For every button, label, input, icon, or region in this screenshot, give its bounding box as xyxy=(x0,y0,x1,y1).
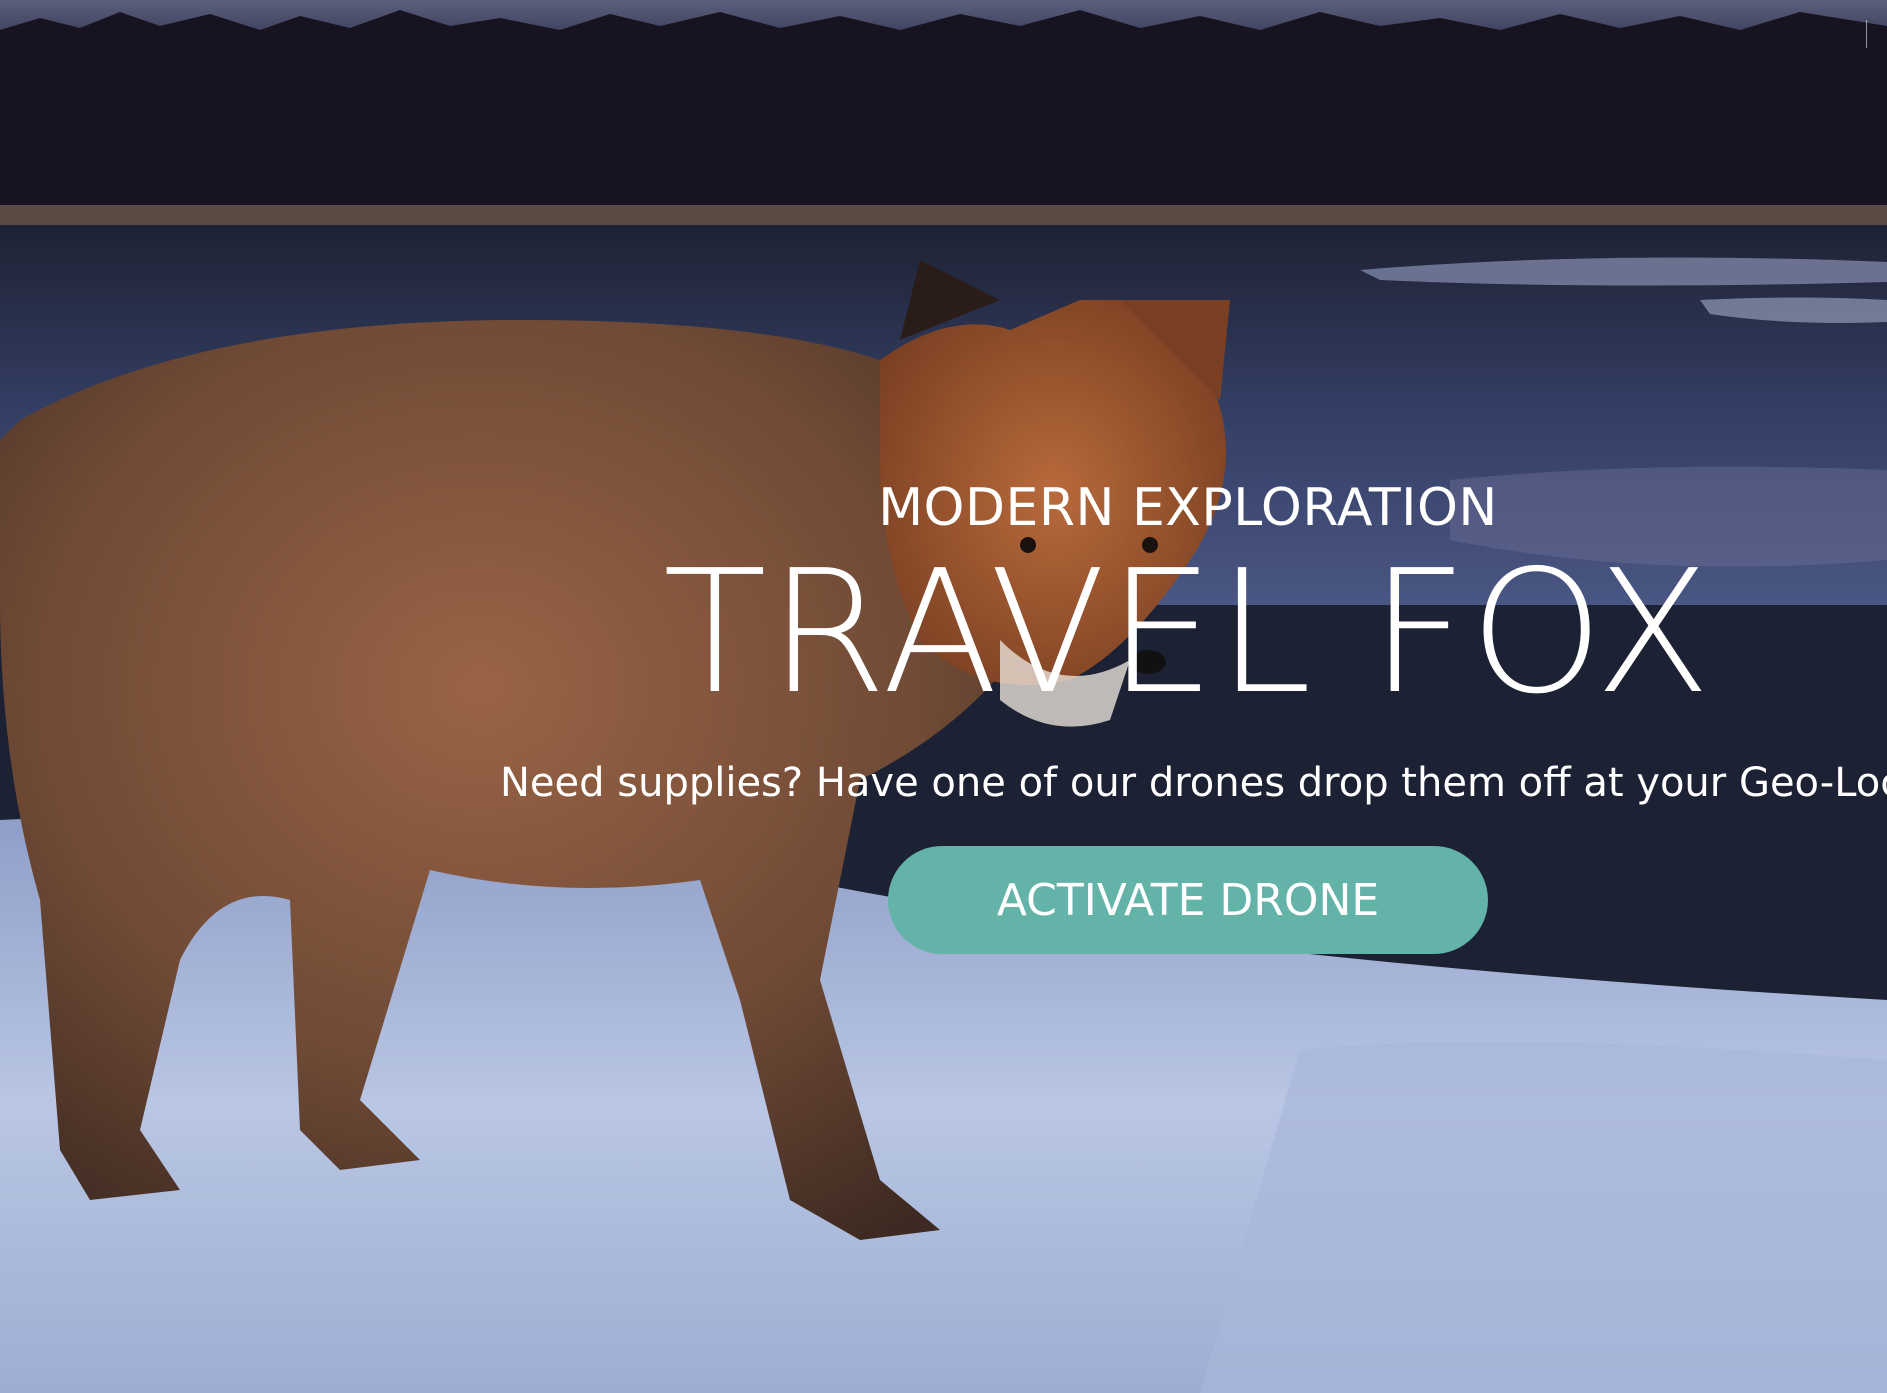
hero-copy: MODERN EXPLORATION TRAVEL FOX Need suppl… xyxy=(0,0,1887,1393)
hero-section: MODERN EXPLORATION TRAVEL FOX Need suppl… xyxy=(0,0,1887,1393)
corner-edge-mark xyxy=(1866,20,1881,48)
hero-tagline: Need supplies? Have one of our drones dr… xyxy=(500,760,1887,806)
hero-title: TRAVEL FOX xyxy=(662,534,1714,732)
hero-eyebrow: MODERN EXPLORATION xyxy=(878,478,1498,538)
activate-drone-button[interactable]: ACTIVATE DRONE xyxy=(888,846,1488,954)
